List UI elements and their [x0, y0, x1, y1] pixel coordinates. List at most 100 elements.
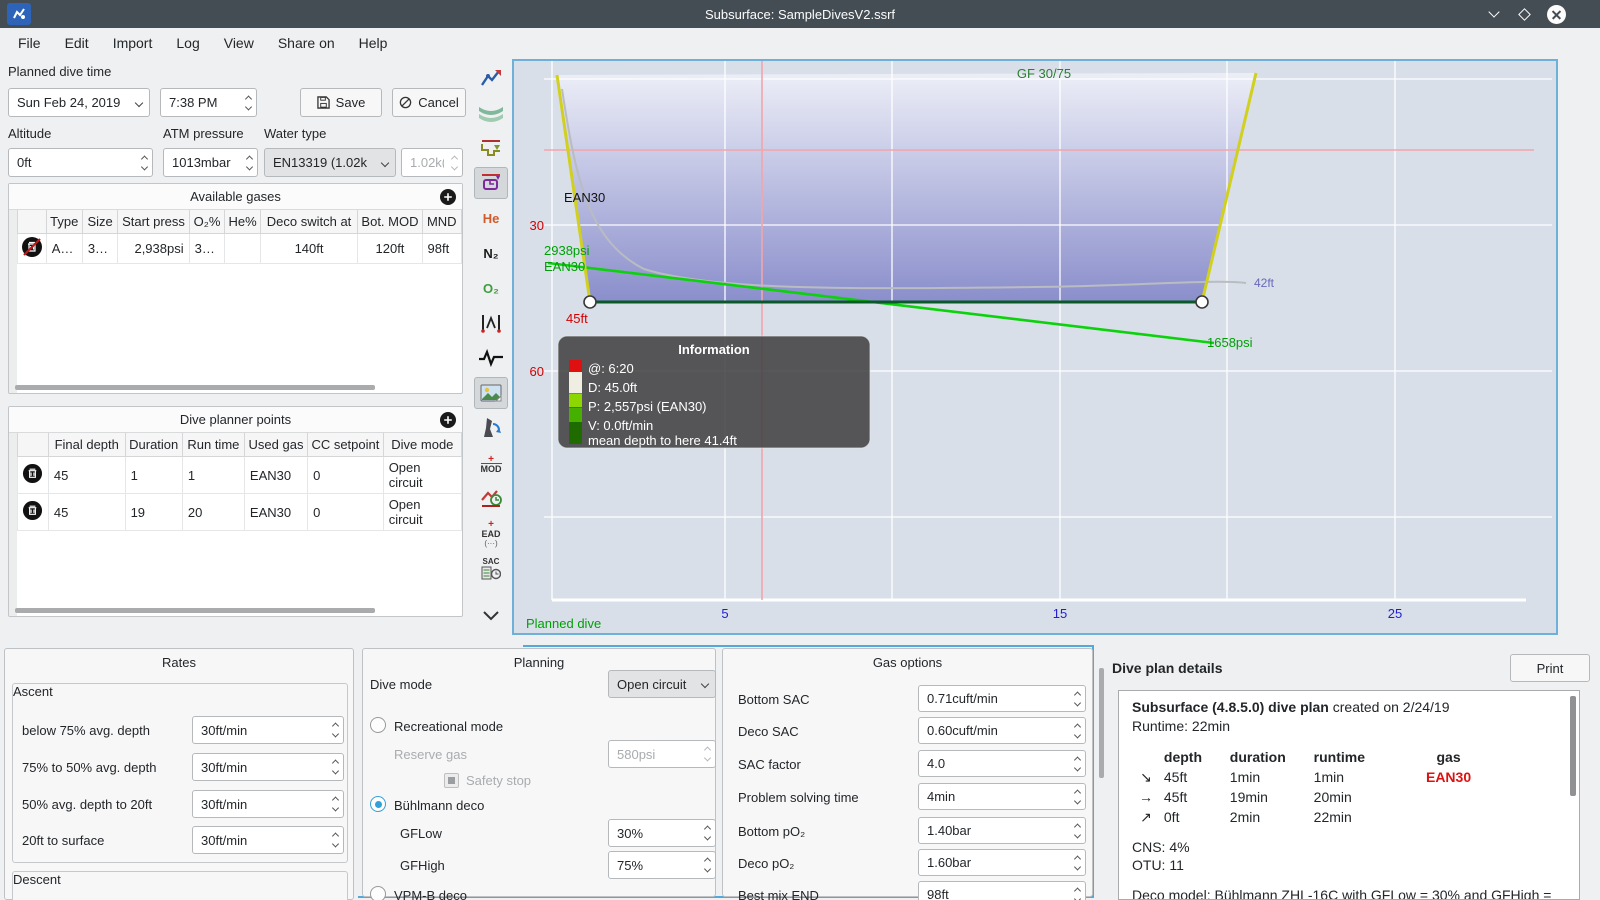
toolbar-ceiling-button[interactable]	[474, 132, 508, 164]
col-cc-setpoint[interactable]: CC setpoint	[307, 433, 384, 457]
toolbar-tissues-button[interactable]	[474, 307, 508, 339]
point-cc-setpoint[interactable]: 0	[307, 493, 384, 531]
bottom-po2-spinner[interactable]: 1.40bar	[918, 817, 1086, 844]
dive-profile-chart[interactable]: GF 30/75 30 60 5 15 25 EAN30 2938psi EAN…	[512, 59, 1558, 635]
col-he[interactable]: He%	[224, 210, 261, 234]
col-deco-switch[interactable]: Deco switch at	[259, 210, 359, 234]
ascent-rate-4-spinner[interactable]: 30ft/min	[192, 826, 344, 854]
dive-date-combo[interactable]: Sun Feb 24, 2019	[8, 88, 150, 117]
print-button[interactable]: Print	[1510, 654, 1590, 682]
gas-type[interactable]: A…	[45, 233, 83, 264]
maximize-button[interactable]	[1514, 4, 1534, 24]
toolbar-pp-graph-button[interactable]	[474, 62, 508, 94]
toolbar-heartrate-button[interactable]	[474, 342, 508, 374]
vpmb-deco-radio[interactable]	[370, 886, 386, 900]
menu-help[interactable]: Help	[349, 31, 398, 55]
col-duration[interactable]: Duration	[124, 433, 183, 457]
deco-po2-spinner[interactable]: 1.60bar	[918, 849, 1086, 876]
toolbar-o2-button[interactable]: O₂	[474, 272, 508, 304]
bottom-area-vscrollbar[interactable]	[1099, 668, 1104, 778]
gas-he[interactable]	[224, 233, 261, 264]
point-dive-mode[interactable]: Open circuit	[382, 493, 462, 531]
planning-title: Planning	[513, 655, 565, 670]
dive-planner-points-table: Final depth Duration Run time Used gas C…	[17, 433, 462, 531]
gas-row[interactable]: A… 3… 2,938psi 3… 140ft 120ft 98ft	[17, 233, 462, 264]
menu-share-on[interactable]: Share on	[268, 31, 345, 55]
gfhigh-spinner[interactable]: 75%	[608, 851, 716, 879]
col-run-time[interactable]: Run time	[181, 433, 245, 457]
atm-pressure-spinner[interactable]: 1013mbar	[163, 148, 258, 177]
add-gas-button[interactable]	[440, 189, 456, 208]
problem-solving-time-spinner[interactable]: 4min	[918, 783, 1086, 810]
col-dive-mode[interactable]: Dive mode	[382, 433, 462, 457]
point-used-gas[interactable]: EAN30	[243, 493, 309, 531]
col-final-depth[interactable]: Final depth	[47, 433, 126, 457]
recreational-mode-radio[interactable]	[370, 717, 386, 733]
point-run-time[interactable]: 1	[181, 456, 245, 494]
menu-edit[interactable]: Edit	[55, 31, 99, 55]
point-cc-setpoint[interactable]: 0	[307, 456, 384, 494]
plan-details-vscrollbar[interactable]	[1570, 696, 1576, 796]
best-mix-end-spinner[interactable]: 98ft	[918, 881, 1086, 900]
point-used-gas[interactable]: EAN30	[243, 456, 309, 494]
toolbar-dc-ceiling-button[interactable]	[474, 167, 508, 199]
point-duration[interactable]: 1	[124, 456, 183, 494]
dive-time-spinner[interactable]: 7:38 PM	[160, 88, 257, 117]
information-tooltip: Information @: 6:20 D: 45.0ft P: 2,557ps…	[557, 335, 871, 449]
menu-log[interactable]: Log	[166, 31, 209, 55]
ascent-rate-3-spinner[interactable]: 30ft/min	[192, 790, 344, 818]
buhlmann-deco-radio[interactable]	[370, 796, 386, 812]
col-used-gas[interactable]: Used gas	[243, 433, 309, 457]
col-type[interactable]: Type	[45, 210, 83, 234]
toolbar-scroll-down-button[interactable]	[474, 600, 508, 632]
points-hscrollbar[interactable]	[15, 608, 375, 613]
point-dive-mode[interactable]: Open circuit	[382, 456, 462, 494]
toolbar-photos-button[interactable]	[474, 377, 508, 409]
toolbar-ead-button[interactable]: + EAD (···)	[474, 517, 508, 549]
dive-mode-combo[interactable]: Open circuit	[608, 670, 716, 698]
minimize-button[interactable]	[1484, 4, 1504, 24]
ascent-rate-1-spinner[interactable]: 30ft/min	[192, 716, 344, 744]
menu-import[interactable]: Import	[103, 31, 163, 55]
toolbar-dive-duration-button[interactable]	[474, 482, 508, 514]
close-button[interactable]	[1546, 4, 1566, 24]
gas-o2[interactable]: 3…	[188, 233, 226, 264]
col-start-press[interactable]: Start press	[117, 210, 190, 234]
gas-deco-switch[interactable]: 140ft	[259, 233, 359, 264]
col-bot-mod[interactable]: Bot. MOD	[357, 210, 423, 234]
gas-bot-mod[interactable]: 120ft	[357, 233, 423, 264]
ascent-rate-2-spinner[interactable]: 30ft/min	[192, 753, 344, 781]
gas-start-press[interactable]: 2,938psi	[117, 233, 190, 264]
menu-view[interactable]: View	[214, 31, 264, 55]
altitude-spinner[interactable]: 0ft	[8, 148, 153, 177]
point-duration[interactable]: 19	[124, 493, 183, 531]
water-type-combo[interactable]: EN13319 (1.02k	[264, 148, 396, 177]
add-point-button[interactable]	[440, 412, 456, 431]
planner-point-row[interactable]: 45 19 20 EAN30 0 Open circuit	[17, 493, 462, 531]
point-final-depth[interactable]: 45	[47, 493, 126, 531]
gas-size[interactable]: 3…	[81, 233, 119, 264]
deco-sac-spinner[interactable]: 0.60cuft/min	[918, 717, 1086, 744]
col-mnd[interactable]: MND	[421, 210, 462, 234]
chevron-down-icon	[134, 98, 144, 107]
save-button[interactable]: Save	[300, 88, 382, 117]
sac-factor-spinner[interactable]: 4.0	[918, 750, 1086, 777]
gas-mnd[interactable]: 98ft	[421, 233, 462, 264]
toolbar-waves-button[interactable]	[474, 97, 508, 129]
gases-hscrollbar[interactable]	[15, 385, 375, 390]
toolbar-he-button[interactable]: He	[474, 202, 508, 234]
toolbar-mod-button[interactable]: + MOD	[474, 447, 508, 479]
bottom-sac-spinner[interactable]: 0.71cuft/min	[918, 685, 1086, 712]
planner-point-row[interactable]: 45 1 1 EAN30 0 Open circuit	[17, 456, 462, 494]
col-o2[interactable]: O₂%	[188, 210, 226, 234]
cancel-button[interactable]: Cancel	[392, 88, 466, 117]
toolbar-gaschange-button[interactable]	[474, 412, 508, 444]
col-size[interactable]: Size	[81, 210, 119, 234]
point-run-time[interactable]: 20	[181, 493, 245, 531]
dive-plan-details-box[interactable]: Subsurface (4.8.5.0) dive plan created o…	[1118, 690, 1580, 900]
gflow-spinner[interactable]: 30%	[608, 819, 716, 847]
menu-file[interactable]: File	[8, 31, 51, 55]
point-final-depth[interactable]: 45	[47, 456, 126, 494]
toolbar-sac-button[interactable]: SAC	[474, 552, 508, 584]
toolbar-n2-button[interactable]: N₂	[474, 237, 508, 269]
